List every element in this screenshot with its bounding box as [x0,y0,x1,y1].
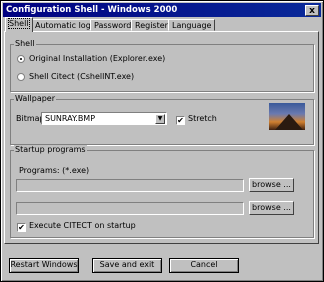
window-title: Configuration Shell - Windows 2000 [6,5,178,15]
browse-button-2[interactable]: browse ... [249,201,294,215]
tab-language[interactable]: Language [168,19,216,31]
title-bar: Configuration Shell - Windows 2000 x [3,3,321,17]
restart-windows-button[interactable]: Restart Windows [9,258,79,273]
wallpaper-preview-image [269,103,305,130]
execute-citect-label: Execute CITECT on startup [29,221,136,230]
radio-original-installation[interactable]: Original Installation (Explorer.exe) [17,53,165,64]
radio-shell-citect[interactable]: Shell Citect (CshellNT.exe) [17,71,134,82]
stretch-label: Stretch [188,114,217,123]
mountain-shape [275,114,303,130]
startup-group-label: Startup programs [14,145,87,155]
execute-citect-checkbox[interactable]: ✔ [17,223,26,232]
wallpaper-group-label: Wallpaper [14,94,57,104]
radio-checked-icon[interactable] [17,55,25,63]
config-shell-window: Configuration Shell - Windows 2000 x She… [0,0,324,282]
radio-citect-label: Shell Citect (CshellNT.exe) [29,72,135,81]
wallpaper-group: Wallpaper Bitmap: SUNRAY.BMP ▼ ✔ Stretch [10,94,314,145]
shell-group-label: Shell [14,39,36,49]
shell-group: Shell Original Installation (Explorer.ex… [10,39,314,92]
cancel-button[interactable]: Cancel [169,258,239,273]
save-and-exit-button[interactable]: Save and exit [92,258,162,273]
radio-unchecked-icon[interactable] [17,73,25,81]
bitmap-value: SUNRAY.BMP [45,114,96,123]
startup-programs-group: Startup programs Programs: (*.exe) brows… [10,145,314,238]
execute-citect-checkbox-row[interactable]: ✔ Execute CITECT on startup [17,220,136,232]
close-icon: x [309,6,315,16]
radio-original-label: Original Installation (Explorer.exe) [29,54,166,63]
close-button[interactable]: x [305,5,319,16]
stretch-checkbox[interactable]: ✔ [176,116,185,125]
tab-password[interactable]: Password [90,19,136,31]
browse-button-1[interactable]: browse ... [249,178,294,192]
shell-tab-panel: Shell Original Installation (Explorer.ex… [4,31,319,244]
bitmap-select[interactable]: SUNRAY.BMP ▼ [41,112,167,125]
tab-register[interactable]: Register [131,19,172,31]
chevron-down-icon[interactable]: ▼ [155,114,165,124]
program-2-field[interactable] [16,202,244,215]
stretch-checkbox-row[interactable]: ✔ Stretch [176,113,217,125]
program-1-field[interactable] [16,179,244,192]
programs-label: Programs: (*.exe) [19,166,90,175]
tab-shell[interactable]: Shell [5,17,33,32]
